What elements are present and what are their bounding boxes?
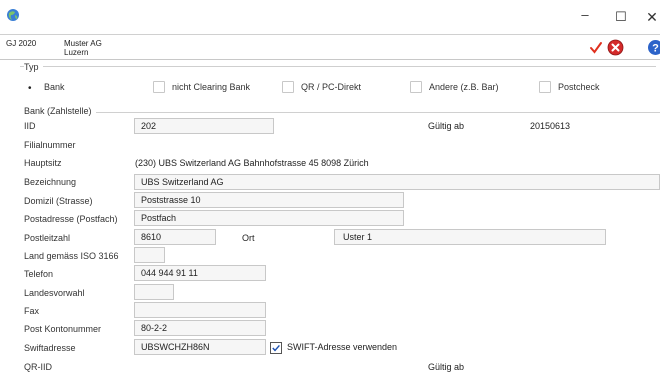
postcheck-checkbox[interactable] bbox=[539, 81, 551, 93]
typ-option-postcheck[interactable]: Postcheck bbox=[558, 82, 600, 92]
maximize-button[interactable]: ☐ bbox=[614, 10, 628, 24]
confirm-check-icon[interactable] bbox=[588, 40, 604, 56]
bezeichnung-field[interactable]: UBS Switzerland AG bbox=[134, 174, 660, 190]
telefon-field[interactable]: 044 944 91 11 bbox=[134, 265, 266, 281]
company-city: Luzern bbox=[64, 48, 89, 57]
domizil-label: Domizil (Strasse) bbox=[24, 196, 93, 206]
svg-text:?: ? bbox=[652, 43, 659, 55]
postadresse-field[interactable]: Postfach bbox=[134, 210, 404, 226]
hauptsitz-value: (230) UBS Switzerland AG Bahnhofstrasse … bbox=[135, 158, 369, 168]
iid-label: IID bbox=[24, 121, 36, 131]
ort-field[interactable]: Uster 1 bbox=[334, 229, 606, 245]
fax-field[interactable] bbox=[134, 302, 266, 318]
gueltig-ab-label: Gültig ab bbox=[428, 121, 465, 131]
landesvorwahl-label: Landesvorwahl bbox=[24, 288, 85, 298]
bank-radio-dot-icon[interactable]: • bbox=[28, 84, 38, 94]
cancel-x-icon[interactable] bbox=[607, 39, 624, 56]
post-kontonummer-label: Post Kontonummer bbox=[24, 324, 102, 334]
filialnummer-label: Filialnummer bbox=[24, 140, 76, 150]
close-window-button[interactable]: ✕ bbox=[645, 10, 659, 24]
bank-group-divider bbox=[96, 112, 660, 113]
bank-group-title: Bank (Zahlstelle) bbox=[24, 106, 96, 116]
document-header: GJ 2020 Muster AG Luzern ? bbox=[0, 34, 660, 60]
land-label: Land gemäss ISO 3166 bbox=[24, 251, 119, 261]
qr-gueltig-ab-label: Gültig ab bbox=[428, 362, 465, 372]
qr-pc-direkt-checkbox[interactable] bbox=[282, 81, 294, 93]
minimize-button[interactable]: – bbox=[578, 8, 592, 22]
postleitzahl-field[interactable]: 8610 bbox=[134, 229, 216, 245]
land-field[interactable] bbox=[134, 247, 165, 263]
swiftadresse-field[interactable]: UBSWCHZH86N bbox=[134, 339, 266, 355]
qr-iid-label: QR-IID bbox=[24, 362, 52, 372]
domizil-field[interactable]: Poststrasse 10 bbox=[134, 192, 404, 208]
nicht-clearing-bank-checkbox[interactable] bbox=[153, 81, 165, 93]
hauptsitz-label: Hauptsitz bbox=[24, 158, 62, 168]
post-kontonummer-field[interactable]: 80-2-2 bbox=[134, 320, 266, 336]
bezeichnung-label: Bezeichnung bbox=[24, 177, 77, 187]
typ-option-nicht-clearing-bank[interactable]: nicht Clearing Bank bbox=[172, 82, 250, 92]
checkmark-icon bbox=[272, 344, 280, 352]
postleitzahl-label: Postleitzahl bbox=[24, 233, 71, 243]
title-bar: – ☐ ✕ bbox=[0, 0, 660, 34]
landesvorwahl-field[interactable] bbox=[134, 284, 174, 300]
iid-field[interactable]: 202 bbox=[134, 118, 274, 134]
fiscal-year-label: GJ 2020 bbox=[6, 39, 37, 48]
gueltig-ab-value: 20150613 bbox=[530, 121, 571, 131]
telefon-label: Telefon bbox=[24, 269, 54, 279]
help-icon[interactable]: ? bbox=[647, 39, 660, 56]
globe-app-icon bbox=[7, 9, 19, 21]
postadresse-label: Postadresse (Postfach) bbox=[24, 214, 118, 224]
typ-option-andere[interactable]: Andere (z.B. Bar) bbox=[429, 82, 499, 92]
typ-option-qr-pc-direkt[interactable]: QR / PC-Direkt bbox=[301, 82, 361, 92]
typ-group-title: Typ bbox=[24, 62, 43, 72]
swift-verwenden-label: SWIFT-Adresse verwenden bbox=[287, 342, 398, 352]
fax-label: Fax bbox=[24, 306, 40, 316]
ort-label: Ort bbox=[242, 233, 255, 243]
andere-checkbox[interactable] bbox=[410, 81, 422, 93]
typ-option-bank[interactable]: Bank bbox=[44, 82, 65, 92]
swift-verwenden-checkbox[interactable] bbox=[270, 342, 282, 354]
swiftadresse-label: Swiftadresse bbox=[24, 343, 76, 353]
